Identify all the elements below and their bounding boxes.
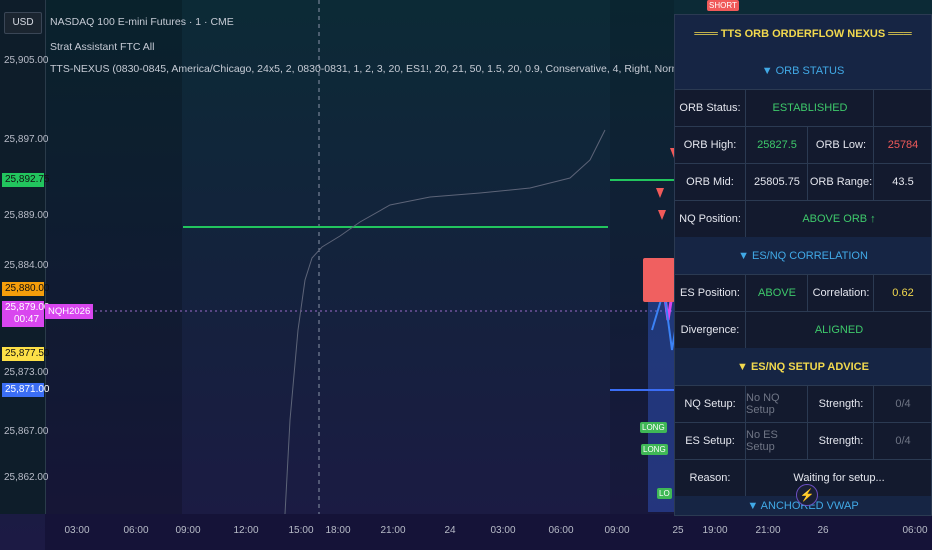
nexus-info-table: ═══ TTS ORB ORDERFLOW NEXUS ═══ ▼ ORB ST… bbox=[674, 14, 932, 516]
orb-low-value: 25784 bbox=[873, 126, 932, 163]
table-row: ORB Mid: 25805.75 ORB Range: 43.5 bbox=[675, 163, 931, 201]
table-row: ORB High: 25827.5 ORB Low: 25784 bbox=[675, 126, 931, 164]
time-label: 12:00 bbox=[233, 525, 259, 536]
price-tag-yellow: 25,877.50 bbox=[2, 347, 50, 361]
indicator-legend-strat[interactable]: Strat Assistant FTC All bbox=[50, 41, 154, 53]
empty-cell bbox=[873, 89, 932, 126]
table-title: ═══ TTS ORB ORDERFLOW NEXUS ═══ bbox=[694, 27, 912, 40]
time-axis[interactable]: 03:00 06:00 09:00 12:00 15:00 18:00 21:0… bbox=[45, 514, 932, 550]
divergence-value: ALIGNED bbox=[745, 311, 932, 348]
time-label: 03:00 bbox=[64, 525, 90, 536]
time-label: 21:00 bbox=[755, 525, 781, 536]
symbol-title[interactable]: NASDAQ 100 E-mini Futures · 1 · CME bbox=[50, 16, 234, 28]
time-label: 03:00 bbox=[490, 525, 516, 536]
nq-position-value: ABOVE ORB ↑ bbox=[745, 200, 932, 237]
table-row: NQ Setup: No NQ Setup Strength: 0/4 bbox=[675, 385, 931, 423]
es-position-value: ABOVE bbox=[745, 274, 808, 311]
price-label: 25,867.00 bbox=[4, 426, 49, 437]
orb-status-label: ORB Status: bbox=[679, 101, 741, 114]
orb-mid-value: 25805.75 bbox=[745, 163, 808, 200]
symbol-price-label: NQH2026 bbox=[45, 304, 94, 319]
time-label: 15:00 bbox=[288, 525, 314, 536]
countdown-timer: 00:47 bbox=[14, 314, 40, 325]
signal-box bbox=[643, 258, 675, 302]
section-header: ▼ ES/NQ SETUP ADVICE bbox=[675, 348, 931, 386]
price-label: 25,873.00 bbox=[4, 367, 49, 378]
es-setup-value: No ES Setup bbox=[745, 422, 808, 459]
cumulative-curve bbox=[284, 129, 606, 514]
time-label: 09:00 bbox=[604, 525, 630, 536]
price-label: 25,905.00 bbox=[4, 55, 49, 66]
orb-range-value: 43.5 bbox=[873, 163, 932, 200]
price-label: 25,884.00 bbox=[4, 260, 49, 271]
time-label: 25 bbox=[672, 525, 684, 536]
table-title-row: ═══ TTS ORB ORDERFLOW NEXUS ═══ bbox=[675, 15, 931, 53]
es-strength-label: Strength: bbox=[807, 422, 874, 459]
reason-label: Reason: bbox=[689, 471, 731, 484]
table-row: ES Setup: No ES Setup Strength: 0/4 bbox=[675, 422, 931, 460]
es-setup-label: ES Setup: bbox=[685, 434, 735, 447]
lightning-icon[interactable]: ⚡ bbox=[796, 484, 818, 506]
orb-high-label: ORB High: bbox=[683, 138, 737, 151]
last-price: 25,879.00 bbox=[5, 302, 50, 313]
correlation-header: ▼ ES/NQ CORRELATION bbox=[738, 249, 868, 262]
correlation-value: 0.62 bbox=[873, 274, 932, 311]
time-label: 21:00 bbox=[380, 525, 406, 536]
orb-low-label: ORB Low: bbox=[807, 126, 874, 163]
price-tag-orange: 25,880.00 bbox=[2, 282, 50, 296]
reason-value: Waiting for setup... bbox=[745, 459, 932, 496]
section-header: ▼ ES/NQ CORRELATION bbox=[675, 237, 931, 275]
table-row: Divergence: ALIGNED bbox=[675, 311, 931, 349]
orb-status-header: ▼ ORB STATUS bbox=[761, 64, 845, 77]
price-label: 25,897.00 bbox=[4, 134, 49, 145]
correlation-label: Correlation: bbox=[807, 274, 874, 311]
time-label: 06:00 bbox=[123, 525, 149, 536]
orb-range-label: ORB Range: bbox=[807, 163, 874, 200]
orb-high-value: 25827.5 bbox=[745, 126, 808, 163]
es-position-label: ES Position: bbox=[680, 286, 740, 299]
nq-setup-value: No NQ Setup bbox=[745, 385, 808, 422]
long-signal-badge: LONG bbox=[640, 422, 667, 433]
price-axis[interactable]: USD 25,905.00 25,897.00 25,889.00 25,884… bbox=[0, 0, 50, 514]
divergence-label: Divergence: bbox=[680, 323, 740, 336]
time-label: 19:00 bbox=[702, 525, 728, 536]
indicator-legend-nexus[interactable]: TTS-NEXUS (0830-0845, America/Chicago, 2… bbox=[50, 63, 692, 75]
section-header: ▼ ORB STATUS bbox=[675, 52, 931, 90]
orb-status-value: ESTABLISHED bbox=[745, 89, 874, 126]
nq-setup-label: NQ Setup: bbox=[684, 397, 736, 410]
price-label: 25,889.00 bbox=[4, 210, 49, 221]
time-label: 06:00 bbox=[902, 525, 928, 536]
time-label: 24 bbox=[444, 525, 456, 536]
orb-mid-label: ORB Mid: bbox=[686, 175, 734, 188]
setup-advice-header: ▼ ES/NQ SETUP ADVICE bbox=[737, 360, 869, 373]
lo-signal-badge: LO bbox=[657, 488, 672, 499]
es-strength-value: 0/4 bbox=[873, 422, 932, 459]
price-label: 25,862.00 bbox=[4, 472, 49, 483]
table-row: ORB Status: ESTABLISHED bbox=[675, 89, 931, 127]
price-tag-green: 25,892.75 bbox=[2, 173, 50, 187]
price-tag-blue: 25,871.00 bbox=[2, 383, 50, 397]
time-label: 06:00 bbox=[548, 525, 574, 536]
nq-position-label: NQ Position: bbox=[679, 212, 741, 225]
short-signal-badge: SHORT bbox=[707, 0, 739, 11]
time-label: 18:00 bbox=[325, 525, 351, 536]
nq-strength-value: 0/4 bbox=[873, 385, 932, 422]
table-row: NQ Position: ABOVE ORB ↑ bbox=[675, 200, 931, 238]
nq-strength-label: Strength: bbox=[807, 385, 874, 422]
time-label: 09:00 bbox=[175, 525, 201, 536]
currency-button[interactable]: USD bbox=[4, 12, 42, 34]
time-label: 26 bbox=[817, 525, 829, 536]
long-signal-badge: LONG bbox=[641, 444, 668, 455]
table-row: ES Position: ABOVE Correlation: 0.62 bbox=[675, 274, 931, 312]
